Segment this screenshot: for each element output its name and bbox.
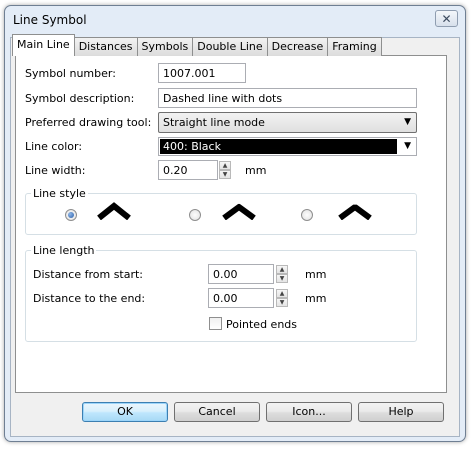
spin-down-icon[interactable]: ▼ (276, 274, 288, 283)
spin-up-icon[interactable]: ▲ (276, 289, 288, 298)
spin-down-icon[interactable]: ▼ (276, 298, 288, 307)
line-color-value: 400: Black (163, 140, 221, 153)
pointed-ends-label[interactable]: Pointed ends (226, 318, 297, 331)
distance-to-end-spinner[interactable]: ▲ ▼ (276, 289, 288, 307)
line-style-miter-radio[interactable] (65, 209, 77, 221)
symbol-number-input[interactable]: 1007.001 (158, 63, 246, 83)
tab-main-line[interactable]: Main Line (12, 34, 75, 56)
symbol-description-label: Symbol description: (25, 92, 135, 105)
spin-up-icon[interactable]: ▲ (219, 161, 231, 170)
drawing-tool-value: Straight line mode (163, 116, 265, 129)
miter-join-icon (97, 202, 131, 220)
line-width-unit: mm (245, 164, 267, 177)
round-join-icon (222, 204, 256, 220)
close-button[interactable]: ✕ (435, 10, 458, 27)
line-width-input[interactable]: 0.20 (158, 160, 218, 180)
window-title: Line Symbol (13, 13, 87, 27)
distance-to-end-label: Distance to the end: (33, 292, 146, 305)
tab-symbols[interactable]: Symbols (136, 37, 194, 56)
distance-from-start-spinner[interactable]: ▲ ▼ (276, 265, 288, 283)
dropdown-arrow-icon: ▼ (404, 117, 411, 127)
distance-to-end-unit: mm (305, 292, 327, 305)
distance-from-start-label: Distance from start: (33, 268, 144, 281)
distance-to-end-input[interactable]: 0.00 (208, 288, 274, 308)
close-icon: ✕ (441, 11, 452, 26)
drawing-tool-select[interactable]: Straight line mode ▼ (158, 112, 417, 133)
drawing-tool-label: Preferred drawing tool: (25, 116, 152, 129)
bevel-join-icon (338, 204, 372, 220)
dropdown-arrow-icon: ▼ (404, 141, 411, 151)
tab-double-line[interactable]: Double Line (192, 37, 268, 56)
line-style-legend: Line style (31, 187, 88, 200)
line-style-bevel-radio[interactable] (301, 209, 313, 221)
line-color-select[interactable]: 400: Black ▼ (158, 137, 417, 156)
line-length-legend: Line length (31, 244, 97, 257)
tab-strip: Main Line Distances Symbols Double Line … (12, 34, 382, 56)
tab-decrease[interactable]: Decrease (266, 37, 329, 56)
title-bar[interactable]: Line Symbol ✕ (5, 6, 465, 36)
color-swatch: 400: Black (160, 139, 397, 154)
cancel-button[interactable]: Cancel (174, 402, 260, 422)
spin-down-icon[interactable]: ▼ (219, 170, 231, 179)
main-line-panel: Symbol number: 1007.001 Symbol descripti… (15, 55, 447, 393)
tab-framing[interactable]: Framing (327, 37, 382, 56)
line-width-label: Line width: (25, 164, 86, 177)
symbol-number-label: Symbol number: (25, 67, 116, 80)
help-button[interactable]: Help (358, 402, 444, 422)
line-style-round-radio[interactable] (189, 209, 201, 221)
icon-button[interactable]: Icon... (266, 402, 352, 422)
spin-up-icon[interactable]: ▲ (276, 265, 288, 274)
symbol-description-input[interactable]: Dashed line with dots (158, 88, 417, 108)
tab-distances[interactable]: Distances (73, 37, 138, 56)
pointed-ends-checkbox[interactable] (209, 317, 222, 330)
line-color-label: Line color: (25, 140, 83, 153)
ok-button[interactable]: OK (82, 402, 168, 422)
line-width-spinner[interactable]: ▲ ▼ (219, 161, 231, 179)
distance-from-start-input[interactable]: 0.00 (208, 264, 274, 284)
distance-from-start-unit: mm (305, 268, 327, 281)
